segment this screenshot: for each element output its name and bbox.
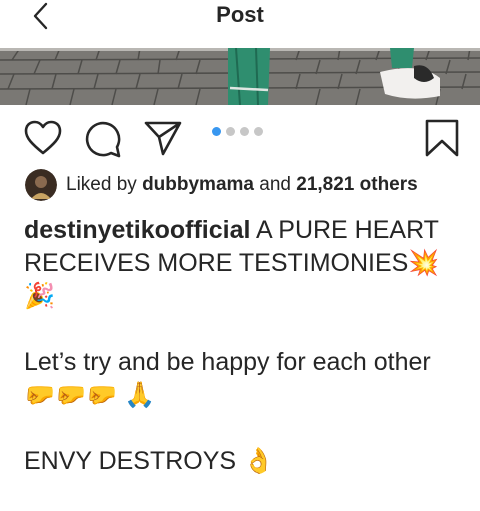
carousel-dot xyxy=(212,127,221,136)
likes-prefix: Liked by xyxy=(66,174,137,195)
carousel-dot xyxy=(240,127,249,136)
likes-count[interactable]: 21,821 others xyxy=(296,174,417,196)
post-caption: destinyetikoofficial A PURE HEART RECEIV… xyxy=(24,214,464,478)
avatar-image xyxy=(25,169,57,201)
post-image-graphic xyxy=(0,48,480,105)
caption-emoji: 💥 xyxy=(408,249,440,277)
caption-emoji: 👌 xyxy=(243,447,275,475)
likes-conjunction: and xyxy=(259,174,291,195)
likes-summary[interactable]: Liked by dubbymama and 21,821 others xyxy=(25,168,418,202)
page-title: Post xyxy=(216,2,264,27)
share-icon[interactable] xyxy=(144,120,182,156)
avatar[interactable] xyxy=(25,169,57,201)
caption-emoji: 🤛🤛🤛 🙏 xyxy=(24,381,156,409)
liker-username[interactable]: dubbymama xyxy=(142,174,254,196)
carousel-dot xyxy=(226,127,235,136)
caption-line: Let’s try and be happy for each other 🤛🤛… xyxy=(24,346,464,412)
top-bar: Post xyxy=(0,0,480,48)
post-image[interactable] xyxy=(0,48,480,105)
caption-text: Let’s try and be happy for each other xyxy=(24,348,431,376)
carousel-indicator xyxy=(212,127,263,137)
heart-icon[interactable] xyxy=(24,120,62,156)
caption-text: ENVY DESTROYS xyxy=(24,447,237,475)
caption-line: destinyetikoofficial A PURE HEART RECEIV… xyxy=(24,214,464,313)
comment-icon[interactable] xyxy=(84,120,122,158)
caption-username[interactable]: destinyetikoofficial xyxy=(24,216,250,244)
bookmark-icon[interactable] xyxy=(425,119,459,157)
caption-line: ENVY DESTROYS 👌 xyxy=(24,445,464,478)
carousel-dot xyxy=(254,127,263,136)
post-actions xyxy=(0,112,480,162)
caption-emoji: 🎉 xyxy=(24,282,56,310)
